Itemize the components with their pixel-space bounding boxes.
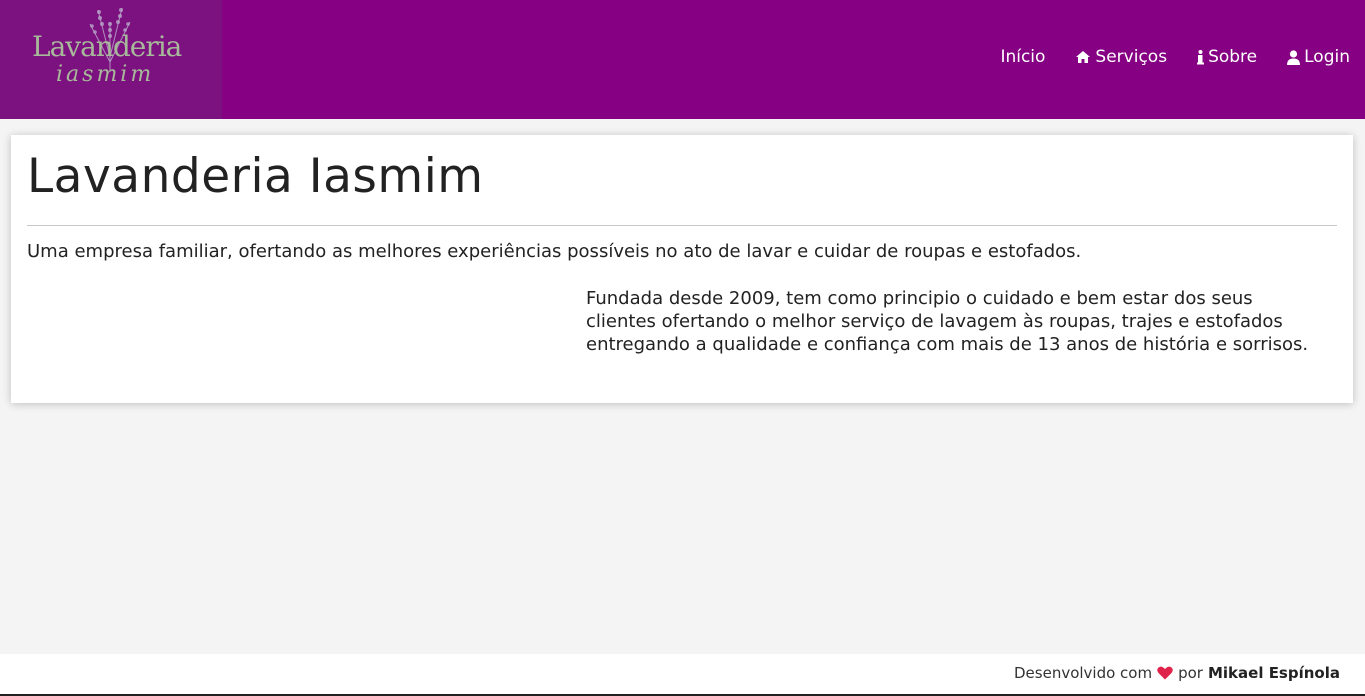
nav-item-label: Serviços	[1095, 47, 1168, 67]
nav-item-servicos[interactable]: Serviços	[1075, 47, 1167, 67]
logo-title: Lavanderia	[32, 30, 182, 63]
main-nav: Início Serviços Sobre Login	[1000, 47, 1350, 67]
footer-author: Mikael Espínola	[1207, 664, 1340, 682]
logo-subtitle: iasmim	[56, 62, 155, 87]
top-navbar: Lavanderia iasmim Início Serviços Sobre …	[0, 0, 1365, 119]
footer-middle: por	[1178, 664, 1203, 682]
user-icon	[1287, 49, 1301, 65]
footer-prefix: Desenvolvido com	[1014, 664, 1153, 682]
nav-item-inicio[interactable]: Início	[1000, 47, 1045, 67]
heart-icon	[1157, 666, 1173, 680]
home-icon	[1075, 50, 1091, 64]
nav-item-label: Início	[1000, 47, 1046, 67]
page-title: Lavanderia Iasmim	[27, 149, 484, 204]
nav-item-login[interactable]: Login	[1287, 47, 1350, 67]
nav-item-label: Login	[1304, 47, 1350, 67]
nav-item-label: Sobre	[1208, 47, 1258, 67]
footer-credit: Desenvolvido com por Mikael Espínola	[1014, 664, 1340, 682]
nav-item-sobre[interactable]: Sobre	[1197, 47, 1257, 67]
lead-text: Uma empresa familiar, ofertando as melho…	[27, 241, 1082, 262]
description-text: Fundada desde 2009, tem como principio o…	[586, 288, 1309, 355]
info-icon	[1197, 49, 1205, 65]
about-card: Lavanderia Iasmim Uma empresa familiar, …	[11, 135, 1353, 403]
logo[interactable]: Lavanderia iasmim	[0, 0, 222, 119]
footer: Desenvolvido com por Mikael Espínola	[0, 654, 1365, 696]
divider	[27, 225, 1337, 226]
